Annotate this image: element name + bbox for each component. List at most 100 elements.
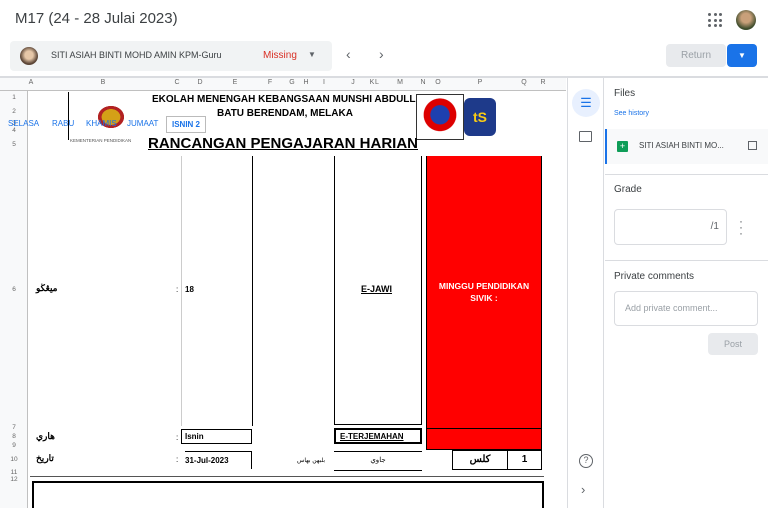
- col-j: J: [351, 79, 355, 86]
- row-6: 6: [12, 286, 16, 293]
- cell-border: [426, 428, 542, 429]
- col-g: G: [289, 79, 295, 86]
- row-1: 1: [12, 94, 16, 101]
- col-a: A: [28, 79, 34, 86]
- post-button[interactable]: Post: [708, 333, 758, 355]
- ministry-label: KEMENTERIAN PENDIDIKAN: [70, 138, 132, 143]
- row-8: 8: [12, 433, 16, 440]
- anniversary-logo: tS: [464, 98, 496, 136]
- minggu-label: ميڠڬو: [36, 283, 58, 293]
- caret-down-icon[interactable]: ▼: [308, 50, 316, 59]
- col-e: E: [232, 79, 238, 86]
- row-10: 10: [10, 456, 18, 463]
- row-2: 2: [12, 108, 16, 115]
- student-selector[interactable]: SITI ASIAH BINTI MOHD AMIN KPM-Guru Miss…: [10, 41, 332, 71]
- subject-value: E-JAWI: [361, 284, 393, 294]
- red-note-text: MINGGU PENDIDIKAN SIVIK :: [438, 281, 530, 303]
- col-l: L: [375, 79, 379, 86]
- private-comment-input[interactable]: Add private comment...: [614, 291, 758, 326]
- col-k: K: [369, 79, 375, 86]
- border-line: [68, 92, 69, 140]
- col-m: M: [397, 79, 403, 86]
- grade-input[interactable]: /1: [614, 209, 727, 245]
- row-7: 7: [12, 424, 16, 431]
- comments-title: Private comments: [614, 271, 695, 282]
- cell-border: [252, 156, 253, 426]
- comments-tab-icon[interactable]: [579, 131, 592, 142]
- student-name: SITI ASIAH BINTI MOHD AMIN KPM-Guru: [51, 50, 222, 60]
- sheet-tab-khamis[interactable]: KHAMIS: [86, 119, 117, 128]
- next-student-icon[interactable]: ›: [379, 46, 384, 62]
- comment-placeholder: Add private comment...: [625, 303, 718, 313]
- file-name: SITI ASIAH BINTI MO...: [639, 141, 724, 150]
- col-r: R: [540, 79, 546, 86]
- col-h: H: [303, 79, 309, 86]
- right-panel: Files See history + SITI ASIAH BINTI MO.…: [605, 78, 768, 508]
- account-avatar[interactable]: [736, 10, 756, 30]
- see-history-link[interactable]: See history: [614, 110, 649, 117]
- files-tab-icon[interactable]: ☰: [572, 89, 600, 117]
- expand-chevron-icon[interactable]: ›: [581, 482, 585, 497]
- hari-value: Isnin: [181, 429, 252, 444]
- student-avatar: [20, 47, 38, 65]
- sheets-file-icon: +: [617, 141, 628, 152]
- col-o: O: [435, 79, 441, 86]
- grade-title: Grade: [614, 184, 642, 195]
- status-badge: Missing: [263, 50, 297, 61]
- row-9: 9: [12, 442, 16, 449]
- colon: :: [176, 455, 179, 464]
- sheet-tab-isnin-2[interactable]: ISNIN 2: [166, 116, 207, 133]
- kelas-label: كلس: [452, 450, 508, 470]
- col-n: N: [420, 79, 426, 86]
- school-name: EKOLAH MENENGAH KEBANGSAAN MUNSHI ABDULL…: [152, 94, 430, 105]
- divider: [30, 476, 544, 477]
- malaysia-crest-logo: [85, 95, 137, 135]
- row-4: 4: [12, 127, 16, 134]
- col-p: P: [477, 79, 483, 86]
- kelas-value: 1: [507, 450, 542, 470]
- row-12: 12: [10, 476, 18, 483]
- bahasa-value: جاوي: [334, 451, 422, 471]
- more-options-icon[interactable]: · · ·: [739, 215, 743, 239]
- hari-label: هاري: [36, 431, 55, 441]
- table-block: [32, 481, 544, 508]
- divider: [605, 174, 768, 175]
- sheet-tab-rabu[interactable]: RABU: [52, 119, 74, 128]
- assignment-title: M17 (24 - 28 Julai 2023): [15, 10, 178, 27]
- colon: :: [176, 433, 179, 442]
- colon: :: [176, 285, 179, 294]
- minggu-value: 18: [185, 285, 194, 294]
- row-5: 5: [12, 141, 16, 148]
- sheet-tab-selasa[interactable]: SELASA: [8, 119, 39, 128]
- school-location: BATU BERENDAM, MELAKA: [217, 108, 353, 119]
- bahasa-label: بلبهن بهاس: [297, 458, 326, 464]
- col-b: B: [100, 79, 106, 86]
- tarikh-value: 31-Jul-2023: [185, 451, 252, 469]
- col-d: D: [197, 79, 203, 86]
- sheet-tab-jumaat[interactable]: JUMAAT: [127, 119, 158, 128]
- row-headers: 1 2 3 4 5 6 7 8 9 10 11 12: [0, 91, 28, 508]
- col-q: Q: [521, 79, 527, 86]
- help-icon[interactable]: ?: [579, 454, 593, 468]
- apps-grid-icon[interactable]: [708, 13, 722, 27]
- cell-border: [181, 156, 182, 426]
- page-heading: RANCANGAN PENGAJARAN HARIAN: [148, 135, 419, 152]
- grade-max: /1: [710, 221, 719, 232]
- col-i: I: [323, 79, 325, 86]
- tarikh-label: تاريخ: [36, 453, 54, 463]
- column-headers: A B C D E F G H I J K L M N O P Q R: [0, 78, 566, 91]
- side-rail: ☰ ? ›: [567, 78, 604, 508]
- open-external-icon[interactable]: [748, 141, 757, 150]
- previous-student-icon[interactable]: ‹: [346, 46, 351, 62]
- subject2-value: E-TERJEMAHAN: [334, 428, 422, 444]
- col-c: C: [174, 79, 180, 86]
- file-item[interactable]: + SITI ASIAH BINTI MO...: [605, 129, 768, 164]
- divider: [605, 260, 768, 261]
- return-menu-caret-icon[interactable]: ▼: [727, 44, 757, 67]
- spreadsheet-preview[interactable]: A B C D E F G H I J K L M N O P Q R 1 2 …: [0, 78, 566, 508]
- row-11: 11: [10, 469, 18, 476]
- school-crest-logo: [416, 94, 464, 140]
- col-f: F: [267, 79, 273, 86]
- return-button[interactable]: Return: [666, 44, 726, 67]
- files-title: Files: [614, 88, 636, 99]
